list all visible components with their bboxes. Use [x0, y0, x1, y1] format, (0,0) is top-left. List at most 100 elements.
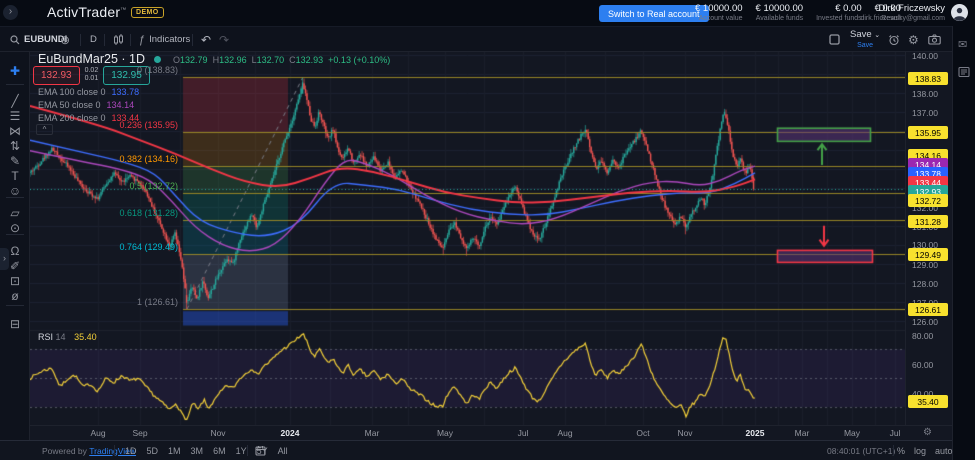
chart-toolbar: EUBUNDI ⊕ D ƒ Indicators ↶ ↷ Save ⌄Save …	[0, 26, 952, 52]
alarm-clock-icon	[888, 34, 900, 46]
time-axis[interactable]: ⚙ AugSepNov2024MarMayJulAugOctNov2025Mar…	[30, 425, 952, 440]
time-label: Oct	[636, 428, 649, 438]
range-all[interactable]: All	[275, 445, 291, 457]
time-label: May	[844, 428, 860, 438]
timeframe-button[interactable]: D	[90, 27, 97, 52]
chart-canvas[interactable]	[30, 52, 905, 425]
price-badge: 35.40	[908, 395, 948, 408]
range-1m[interactable]: 1M	[165, 445, 184, 457]
right-rail: ✉	[952, 26, 975, 460]
price-label: 138.00	[906, 89, 952, 99]
watchlist-expander[interactable]: ›	[0, 248, 9, 270]
range-3m[interactable]: 3M	[188, 445, 207, 457]
undo-button[interactable]: ↶	[201, 27, 211, 52]
log-scale-button[interactable]: log	[914, 446, 926, 456]
camera-icon	[928, 34, 941, 45]
price-badge: 129.49	[908, 248, 948, 261]
redo-button[interactable]: ↷	[219, 27, 229, 52]
percent-scale-button[interactable]: %	[897, 446, 905, 456]
go-to-date-button[interactable]	[255, 441, 266, 460]
logo-text: ActivTrader	[47, 4, 120, 20]
indicator-legend-rsi[interactable]: RSI 14 35.40	[38, 332, 97, 342]
settings-button[interactable]: ⚙	[908, 27, 919, 52]
indicators-button[interactable]: ƒ Indicators	[139, 27, 190, 52]
tool-remove-drawings[interactable]: ⊟	[0, 315, 30, 333]
range-6m[interactable]: 6M	[210, 445, 229, 457]
ohlc-label: O	[173, 55, 180, 65]
account-stat: € 10000.00Available funds	[756, 3, 804, 22]
time-label: Aug	[557, 428, 572, 438]
range-1d[interactable]: 1D	[122, 445, 140, 457]
price-label: 137.00	[906, 108, 952, 118]
market-open-dot	[154, 56, 161, 63]
price-badge: 138.83	[908, 72, 948, 85]
candlestick-icon	[113, 34, 124, 46]
tool-hide-drawings[interactable]: ø	[0, 287, 30, 305]
account-stat: € 0.00Invested funds	[816, 3, 862, 22]
time-label: Sep	[132, 428, 147, 438]
time-label: Mar	[795, 428, 810, 438]
gear-icon: ⚙	[908, 33, 919, 47]
price-label: 60.00	[906, 360, 952, 370]
calendar-icon	[255, 445, 266, 456]
screenshot-button[interactable]	[928, 27, 941, 52]
price-axis[interactable]: 140.00138.00137.00132.00131.00130.00129.…	[905, 52, 952, 425]
user-email: dirk.friczewsky@gmail.com	[860, 15, 945, 22]
undo-icon: ↶	[201, 33, 211, 47]
time-label: Nov	[210, 428, 225, 438]
fib-level-label: 0 (138.83)	[30, 65, 178, 75]
demo-badge: DEMO	[131, 7, 164, 18]
fib-level-label: 0.618 (131.28)	[30, 208, 178, 218]
messages-envelope-icon[interactable]: ✉	[958, 38, 967, 51]
price-label: 128.00	[906, 279, 952, 289]
news-icon[interactable]	[958, 66, 970, 78]
legend-symbol: EuBundMar25	[38, 52, 118, 66]
save-layout-button[interactable]: Save ⌄Save	[850, 27, 880, 52]
price-badge: 131.28	[908, 215, 948, 228]
clock[interactable]: 08:40:01 (UTC+1)	[827, 441, 895, 460]
layout-square-icon	[829, 34, 840, 45]
layout-button[interactable]	[829, 27, 840, 52]
switch-to-real-button[interactable]: Switch to Real account	[599, 5, 709, 22]
time-label: Nov	[677, 428, 692, 438]
ohlc-value: 132.96	[219, 55, 247, 65]
chart-legend[interactable]: EuBundMar25 · 1DO132.79H132.96L132.70C13…	[38, 52, 390, 66]
tool-crosshair[interactable]: ✚	[0, 62, 30, 80]
fib-level-label: 0.236 (135.95)	[30, 120, 178, 130]
auto-scale-button[interactable]: auto	[935, 446, 953, 456]
collapse-sidebar-icon[interactable]: ›	[3, 5, 18, 20]
avatar[interactable]	[951, 4, 968, 21]
indicator-legend-ema100[interactable]: EMA 100 close 0133.78	[38, 87, 139, 97]
price-badge: 126.61	[908, 303, 948, 316]
symbol-search[interactable]: EUBUNDI	[10, 27, 67, 52]
user-info[interactable]: Dirk Friczewsky dirk.friczewsky@gmail.co…	[860, 3, 945, 22]
app-header: › ActivTrader™ DEMO Switch to Real accou…	[0, 0, 975, 26]
bottom-bar: Powered by TradingView 1D5D1M3M6M1Y5YAll…	[0, 440, 952, 460]
fib-level-label: 0.5 (132.72)	[30, 181, 178, 191]
fib-level-label: 0.382 (134.16)	[30, 154, 178, 164]
chart-type-button[interactable]	[113, 27, 124, 52]
time-label: Aug	[90, 428, 105, 438]
time-label: Jul	[890, 428, 901, 438]
price-label: 140.00	[906, 51, 952, 61]
legend-change: +0.13 (+0.10%)	[328, 55, 390, 65]
function-icon: ƒ	[139, 34, 145, 46]
price-badge: 135.95	[908, 126, 948, 139]
price-label: 129.00	[906, 260, 952, 270]
user-name: Dirk Friczewsky	[860, 3, 945, 14]
alert-button[interactable]	[888, 27, 900, 52]
compare-plus-icon: ⊕	[60, 33, 70, 47]
time-label: Mar	[365, 428, 380, 438]
activtrader-app: › ActivTrader™ DEMO Switch to Real accou…	[0, 0, 975, 460]
range-5d[interactable]: 5D	[144, 445, 162, 457]
indicator-legend-ema50[interactable]: EMA 50 close 0134.14	[38, 100, 134, 110]
axis-settings-gear-icon[interactable]: ⚙	[923, 427, 932, 438]
time-label: May	[437, 428, 453, 438]
search-icon	[10, 35, 20, 45]
chevron-down-icon: ⌄	[874, 32, 880, 39]
time-label: 2025	[746, 428, 765, 438]
ohlc-value: 132.70	[257, 55, 285, 65]
price-label: 80.00	[906, 331, 952, 341]
compare-button[interactable]: ⊕	[60, 27, 70, 52]
legend-interval: 1D	[129, 52, 145, 66]
